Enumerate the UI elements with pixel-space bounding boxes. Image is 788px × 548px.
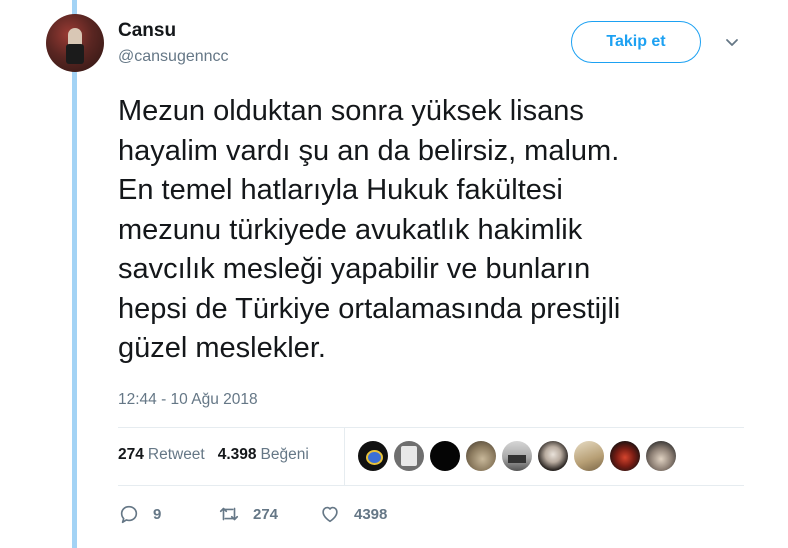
stats-separator (344, 428, 345, 485)
thread-line (72, 0, 77, 548)
reply-icon (120, 505, 138, 524)
avatar[interactable] (46, 14, 104, 72)
engagement-stats: 274 Retweet 4.398 Beğeni (118, 446, 322, 464)
follow-button[interactable]: Takip et (571, 21, 701, 63)
like-count: 4398 (354, 505, 388, 523)
tweet-actions: 9 274 4398 (118, 503, 387, 525)
like-stat[interactable]: 4.398 Beğeni (218, 446, 309, 464)
liker-avatar[interactable] (646, 441, 676, 471)
like-stat-count: 4.398 (217, 446, 257, 463)
chevron-down-icon[interactable] (724, 35, 740, 51)
like-button[interactable]: 4398 (319, 503, 387, 525)
tweet-line: güzel meslekler. (118, 332, 326, 364)
tweet-line: mezunu türkiyede avukatlık hakimlik (118, 213, 583, 246)
retweet-stat-count: 274 (118, 446, 144, 463)
liker-avatar[interactable] (358, 441, 388, 471)
heart-icon (322, 506, 338, 523)
divider (118, 427, 744, 428)
liker-avatar[interactable] (466, 441, 496, 471)
tweet-line: Mezun olduktan sonra yüksek lisans (118, 95, 584, 127)
liker-avatar[interactable] (574, 441, 604, 471)
liker-avatar[interactable] (394, 441, 424, 471)
tweet-line: hepsi de Türkiye ortalamasında prestijli (118, 292, 621, 325)
retweet-stat-label: Retweet (147, 446, 205, 463)
like-stat-label: Beğeni (260, 446, 309, 463)
avatar-figure-dress (66, 44, 84, 64)
divider (118, 485, 744, 486)
author-handle[interactable]: @cansugenncc (118, 48, 229, 66)
tweet-text: Mezun olduktan sonra yüksek lisans hayal… (118, 92, 758, 369)
tweet-line: hayalim vardı şu an da belirsiz, malum. (118, 134, 620, 167)
reply-button[interactable]: 9 (118, 503, 218, 525)
retweet-icon (219, 507, 239, 521)
liker-avatar[interactable] (502, 441, 532, 471)
retweet-button[interactable]: 274 (218, 503, 319, 525)
retweet-count: 274 (253, 505, 279, 523)
tweet-line: En temel hatlarıyla Hukuk fakültesi (118, 174, 563, 206)
liker-avatars (358, 441, 682, 471)
liker-avatar[interactable] (610, 441, 640, 471)
retweet-stat[interactable]: 274 Retweet (118, 446, 205, 464)
reply-count: 9 (153, 505, 162, 523)
liker-avatar[interactable] (430, 441, 460, 471)
tweet-line: savcılık mesleği yapabilir ve bunların (118, 253, 591, 285)
tweet-timestamp[interactable]: 12:44 - 10 Ağu 2018 (118, 391, 258, 409)
author-name[interactable]: Cansu (118, 20, 176, 42)
liker-avatar[interactable] (538, 441, 568, 471)
